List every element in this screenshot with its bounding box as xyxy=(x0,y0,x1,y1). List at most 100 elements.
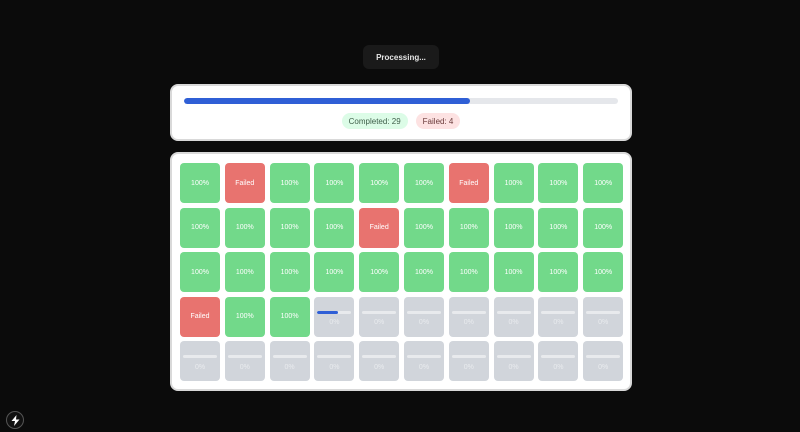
task-progress-bar xyxy=(272,355,307,359)
task-progress-bar xyxy=(183,355,217,359)
task-progress-fill xyxy=(317,310,338,314)
task-progress-bar xyxy=(586,355,621,359)
task-tile: 100% xyxy=(538,163,579,203)
task-tile-label: 100% xyxy=(415,224,433,232)
task-tile: Failed xyxy=(180,296,220,337)
task-tile: 0% xyxy=(314,296,355,337)
page: Processing... Completed: 29 Failed: 4 10… xyxy=(0,0,800,432)
task-progress-bar xyxy=(317,355,352,359)
task-tile: 100% xyxy=(538,207,579,248)
task-tile: 100% xyxy=(269,207,310,248)
task-tile-label: 0% xyxy=(329,319,340,327)
task-tile-label: Failed xyxy=(369,224,389,232)
task-progress-bar xyxy=(406,355,441,359)
task-progress-bar xyxy=(362,355,397,359)
task-tile: 0% xyxy=(403,296,444,337)
task-tile: 100% xyxy=(180,207,220,248)
overall-progress-card: Completed: 29 Failed: 4 xyxy=(170,84,632,141)
task-tile: 100% xyxy=(314,207,355,248)
task-tile-label: 100% xyxy=(280,313,299,321)
task-grid: 100% Failed 100% 100% 100% 100% Failed 100% 100%… xyxy=(180,163,624,382)
task-progress-bar xyxy=(496,355,531,359)
task-tile-label: Failed xyxy=(235,179,255,187)
task-tile: 100% xyxy=(269,252,310,293)
task-tile-label: 100% xyxy=(549,179,568,187)
task-tile: 0% xyxy=(538,341,579,382)
task-tile: 100% xyxy=(314,252,355,293)
task-tile-label: 0% xyxy=(553,363,564,371)
task-tile-label: 100% xyxy=(549,224,568,232)
task-tile: 100% xyxy=(448,207,489,248)
task-progress-bar xyxy=(317,310,352,314)
task-tile-label: 100% xyxy=(235,313,254,321)
task-tile-label: 100% xyxy=(459,268,478,276)
task-tile: 100% xyxy=(403,207,444,248)
processing-label: Processing... xyxy=(376,52,426,62)
task-tile: 100% xyxy=(180,252,220,293)
task-tile-label: 0% xyxy=(418,363,430,371)
lightning-icon[interactable] xyxy=(6,411,24,429)
task-progress-bar xyxy=(541,310,576,314)
task-tile: 0% xyxy=(269,341,310,382)
task-tile-label: 100% xyxy=(594,268,613,276)
task-progress-bar xyxy=(406,310,441,314)
task-tile: 100% xyxy=(448,252,489,293)
task-tile-label: 100% xyxy=(325,179,344,187)
task-tile-label: 0% xyxy=(374,319,385,327)
task-tile: 0% xyxy=(538,296,579,337)
task-tile-label: 100% xyxy=(280,268,299,276)
task-tile: 100% xyxy=(314,163,355,203)
overall-progress-bar xyxy=(184,98,618,104)
task-tile-label: 100% xyxy=(594,179,613,187)
task-tile: 100% xyxy=(359,163,400,203)
failed-badge: Failed: 4 xyxy=(415,113,461,129)
task-tile-label: 0% xyxy=(508,363,519,371)
task-tile: 0% xyxy=(583,296,624,337)
task-tile-label: 100% xyxy=(549,268,568,276)
task-tile-label: 0% xyxy=(284,363,295,371)
task-tile-label: 100% xyxy=(594,224,613,232)
task-tile: 0% xyxy=(493,341,534,382)
task-tile: 0% xyxy=(180,341,220,382)
task-tile-label: 0% xyxy=(239,363,250,371)
completed-badge: Completed: 29 xyxy=(341,113,408,129)
task-tile-label: 100% xyxy=(415,179,433,187)
task-tile-label: 100% xyxy=(504,224,523,232)
task-tile: 100% xyxy=(583,252,624,293)
task-tile-label: 0% xyxy=(329,363,340,371)
task-tile: 0% xyxy=(359,296,400,337)
task-tile: 100% xyxy=(493,163,534,203)
task-tile: Failed xyxy=(224,163,265,203)
task-tile-label: 0% xyxy=(418,319,430,327)
task-tile: 0% xyxy=(359,341,400,382)
task-progress-bar xyxy=(227,355,262,359)
task-tile: 100% xyxy=(403,163,444,203)
task-progress-bar xyxy=(586,310,621,314)
task-tile: 0% xyxy=(314,341,355,382)
task-tile-label: 100% xyxy=(459,224,478,232)
task-tile: 100% xyxy=(583,163,624,203)
task-tile-label: 0% xyxy=(598,319,609,327)
task-tile: 0% xyxy=(448,296,489,337)
task-tile-label: 100% xyxy=(280,224,299,232)
task-progress-bar xyxy=(541,355,576,359)
task-grid-card: 100% Failed 100% 100% 100% 100% Failed 100% 100%… xyxy=(170,152,632,391)
task-tile-label: Failed xyxy=(459,179,479,187)
task-tile-label: 100% xyxy=(191,179,209,187)
task-tile-label: 100% xyxy=(504,268,523,276)
task-tile-label: 100% xyxy=(235,224,254,232)
task-tile-label: 100% xyxy=(325,268,344,276)
task-tile: 100% xyxy=(224,296,265,337)
task-tile: 0% xyxy=(583,341,624,382)
task-tile-label: 100% xyxy=(415,268,433,276)
task-tile: 100% xyxy=(224,207,265,248)
task-tile: Failed xyxy=(448,163,489,203)
stats-row: Completed: 29 Failed: 4 xyxy=(172,113,630,129)
task-tile: 100% xyxy=(493,207,534,248)
task-tile-label: 0% xyxy=(374,363,385,371)
task-tile-label: 0% xyxy=(194,363,206,371)
task-tile: Failed xyxy=(359,207,400,248)
task-tile: 100% xyxy=(359,252,400,293)
task-tile-label: 100% xyxy=(191,224,209,232)
task-tile: 100% xyxy=(269,296,310,337)
